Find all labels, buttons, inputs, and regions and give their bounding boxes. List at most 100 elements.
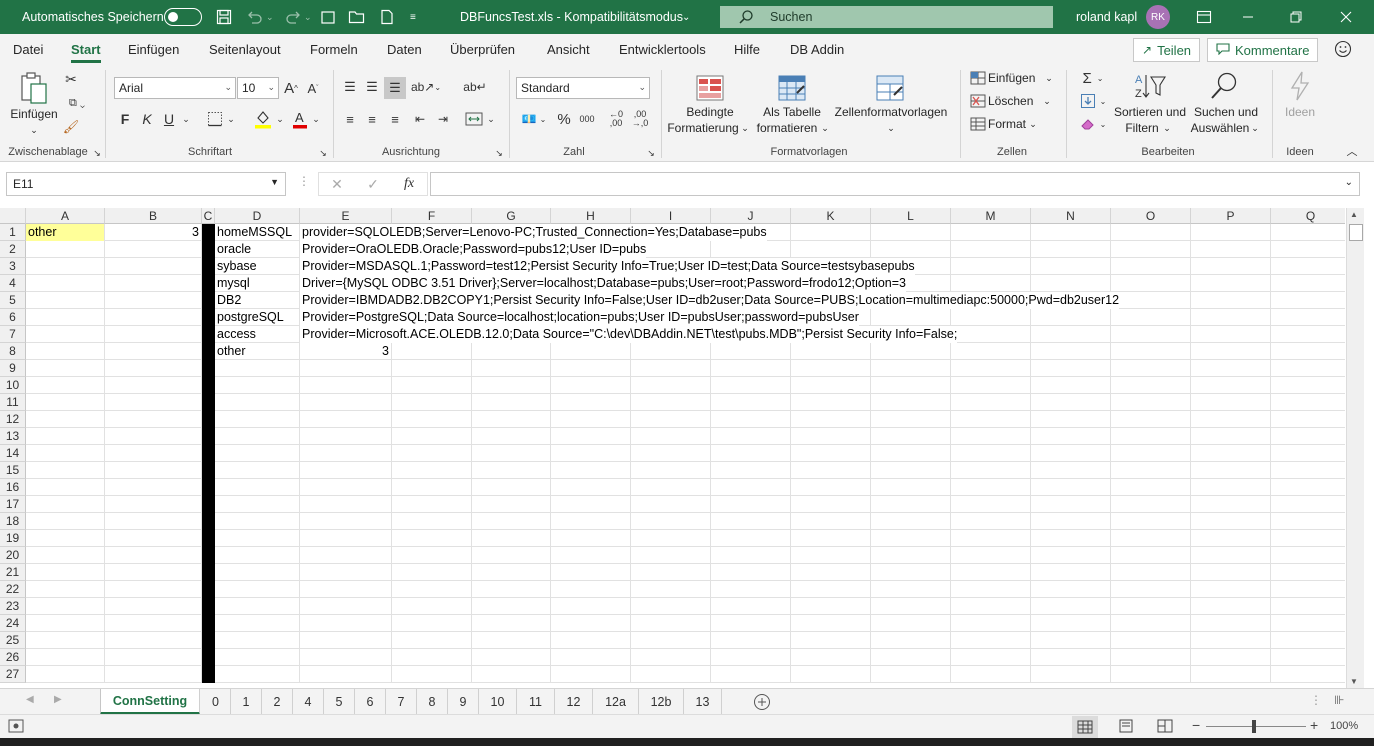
scrollbar-thumb[interactable]: [1349, 224, 1363, 241]
alignment-launcher-icon[interactable]: ↘: [494, 148, 504, 158]
chevron-down-icon[interactable]: ⌄: [1162, 120, 1172, 136]
tab-datei[interactable]: Datei: [13, 34, 43, 64]
add-sheet-icon[interactable]: [753, 693, 771, 714]
next-sheet-icon[interactable]: ▶: [54, 694, 62, 705]
paste-icon[interactable]: [16, 70, 52, 108]
sheet-tab-connsetting[interactable]: ConnSetting: [100, 689, 200, 715]
column-header-i[interactable]: I: [631, 208, 711, 224]
percent-icon[interactable]: %: [555, 110, 573, 128]
fill-color-icon[interactable]: ⌄: [252, 108, 286, 130]
name-box[interactable]: E11 ▼: [6, 172, 286, 196]
open-folder-icon[interactable]: [348, 0, 366, 34]
thousands-separator-icon[interactable]: 000: [576, 110, 598, 128]
column-header-m[interactable]: M: [951, 208, 1031, 224]
new-file-icon[interactable]: [320, 0, 336, 34]
cell-d6[interactable]: postgreSQL: [215, 309, 284, 326]
copy-icon[interactable]: ⧉ ⌄: [62, 94, 92, 112]
sheet-tab-7[interactable]: 7: [386, 689, 417, 715]
column-header-o[interactable]: O: [1111, 208, 1191, 224]
tab-einfuegen[interactable]: Einfügen: [128, 34, 179, 64]
formula-bar-grip-icon[interactable]: ⋮: [298, 174, 310, 188]
column-header-c[interactable]: C: [202, 208, 215, 224]
enter-icon[interactable]: ✓: [355, 176, 391, 193]
find-select-label-1[interactable]: Suchen und: [1188, 104, 1264, 120]
delete-cells-icon[interactable]: [970, 93, 986, 109]
cell-d5[interactable]: DB2: [215, 292, 241, 309]
sheet-tab-6[interactable]: 6: [355, 689, 386, 715]
column-header-n[interactable]: N: [1031, 208, 1111, 224]
sort-filter-label-1[interactable]: Sortieren und: [1112, 104, 1188, 120]
sheet-tab-9[interactable]: 9: [448, 689, 479, 715]
sheet-tab-8[interactable]: 8: [417, 689, 448, 715]
row-header-3[interactable]: 3: [0, 258, 26, 275]
row-header-26[interactable]: 26: [0, 649, 26, 666]
row-header-9[interactable]: 9: [0, 360, 26, 377]
chevron-down-icon[interactable]: ⌄: [1044, 70, 1054, 86]
zoom-slider-thumb[interactable]: [1252, 720, 1256, 733]
chevron-down-icon[interactable]: ⌄: [820, 120, 830, 136]
sheet-tab-4[interactable]: 4: [293, 689, 324, 715]
insert-cells-label[interactable]: Einfügen: [988, 70, 1040, 86]
worksheet-grid[interactable]: A B C D E F G H I J K L M N O P Q 1 2 3 4 5 6 7 8 9 10 11 12 13 14 15 16…: [0, 208, 1345, 688]
conditional-formatting-label-1[interactable]: Bedingte: [674, 104, 746, 120]
cell-e5[interactable]: Provider=IBMDADB2.DB2COPY1;Persist Secur…: [300, 292, 1120, 309]
chevron-down-icon[interactable]: ⌄: [1250, 120, 1260, 136]
tab-formeln[interactable]: Formeln: [310, 34, 358, 64]
column-header-g[interactable]: G: [472, 208, 551, 224]
redo-dropdown-icon[interactable]: ⌄: [304, 0, 312, 34]
row-header-11[interactable]: 11: [0, 394, 26, 411]
column-header-q[interactable]: Q: [1271, 208, 1345, 224]
clipboard-launcher-icon[interactable]: ↘: [92, 148, 102, 158]
column-header-k[interactable]: K: [791, 208, 871, 224]
chevron-down-icon[interactable]: ⌄: [1042, 93, 1052, 109]
cell-e7[interactable]: Provider=Microsoft.ACE.OLEDB.12.0;Data S…: [300, 326, 958, 343]
align-bottom-icon[interactable]: ☰: [384, 77, 406, 99]
orientation-icon[interactable]: ab↗ ⌄: [411, 78, 441, 96]
sheet-tab-12b[interactable]: 12b: [639, 689, 684, 715]
align-left-icon[interactable]: ≡: [341, 110, 359, 128]
cell-styles-label[interactable]: Zellenformatvorlagen: [832, 104, 950, 120]
tab-daten[interactable]: Daten: [387, 34, 422, 64]
cell-e6[interactable]: Provider=PostgreSQL;Data Source=localhos…: [300, 309, 859, 326]
page-layout-view-icon[interactable]: [1118, 719, 1134, 736]
smiley-icon[interactable]: [1334, 40, 1352, 61]
cell-d4[interactable]: mysql: [215, 275, 250, 292]
column-header-l[interactable]: L: [871, 208, 951, 224]
chevron-down-icon[interactable]: ▼: [270, 177, 279, 187]
prev-sheet-icon[interactable]: ◀: [26, 694, 34, 705]
sheet-tab-10[interactable]: 10: [479, 689, 517, 715]
formula-input[interactable]: ⌄: [430, 172, 1360, 196]
number-format-combo[interactable]: Standard ⌄: [516, 77, 650, 99]
tab-split-handle-icon[interactable]: ⋮: [1310, 693, 1322, 707]
scroll-down-icon[interactable]: ▼: [1350, 677, 1358, 686]
row-header-10[interactable]: 10: [0, 377, 26, 394]
document-title[interactable]: DBFuncsTest.xls - Kompatibilitätsmodus: [460, 0, 683, 34]
format-cells-icon[interactable]: [970, 116, 986, 132]
tab-entwicklertools[interactable]: Entwicklertools: [619, 34, 706, 64]
sort-filter-label-2[interactable]: Filtern: [1120, 120, 1164, 136]
document-icon[interactable]: [380, 0, 394, 34]
underline-button[interactable]: U: [162, 110, 176, 128]
sheet-tab-5[interactable]: 5: [324, 689, 355, 715]
font-color-icon[interactable]: A ⌄: [290, 108, 322, 130]
sheet-tab-1[interactable]: 1: [231, 689, 262, 715]
row-header-23[interactable]: 23: [0, 598, 26, 615]
merge-center-icon[interactable]: ⌄: [462, 110, 498, 128]
font-size-combo[interactable]: 10 ⌄: [237, 77, 279, 99]
column-header-j[interactable]: J: [711, 208, 791, 224]
format-as-table-label-1[interactable]: Als Tabelle: [756, 104, 828, 120]
format-painter-icon[interactable]: 🖌: [62, 118, 80, 136]
column-header-f[interactable]: F: [392, 208, 472, 224]
find-select-icon[interactable]: [1208, 70, 1240, 102]
conditional-formatting-icon[interactable]: [694, 72, 726, 104]
number-launcher-icon[interactable]: ↘: [646, 148, 656, 158]
insert-function-icon[interactable]: fx: [391, 176, 427, 192]
increase-decimal-icon[interactable]: ←0,00: [606, 108, 626, 130]
cell-d3[interactable]: sybase: [215, 258, 257, 275]
row-header-16[interactable]: 16: [0, 479, 26, 496]
format-cells-label[interactable]: Format: [988, 116, 1028, 132]
row-header-5[interactable]: 5: [0, 292, 26, 309]
share-button[interactable]: ↗ Teilen: [1133, 38, 1201, 62]
format-as-table-label-2[interactable]: formatieren: [752, 120, 822, 136]
tab-start[interactable]: Start: [71, 34, 101, 64]
